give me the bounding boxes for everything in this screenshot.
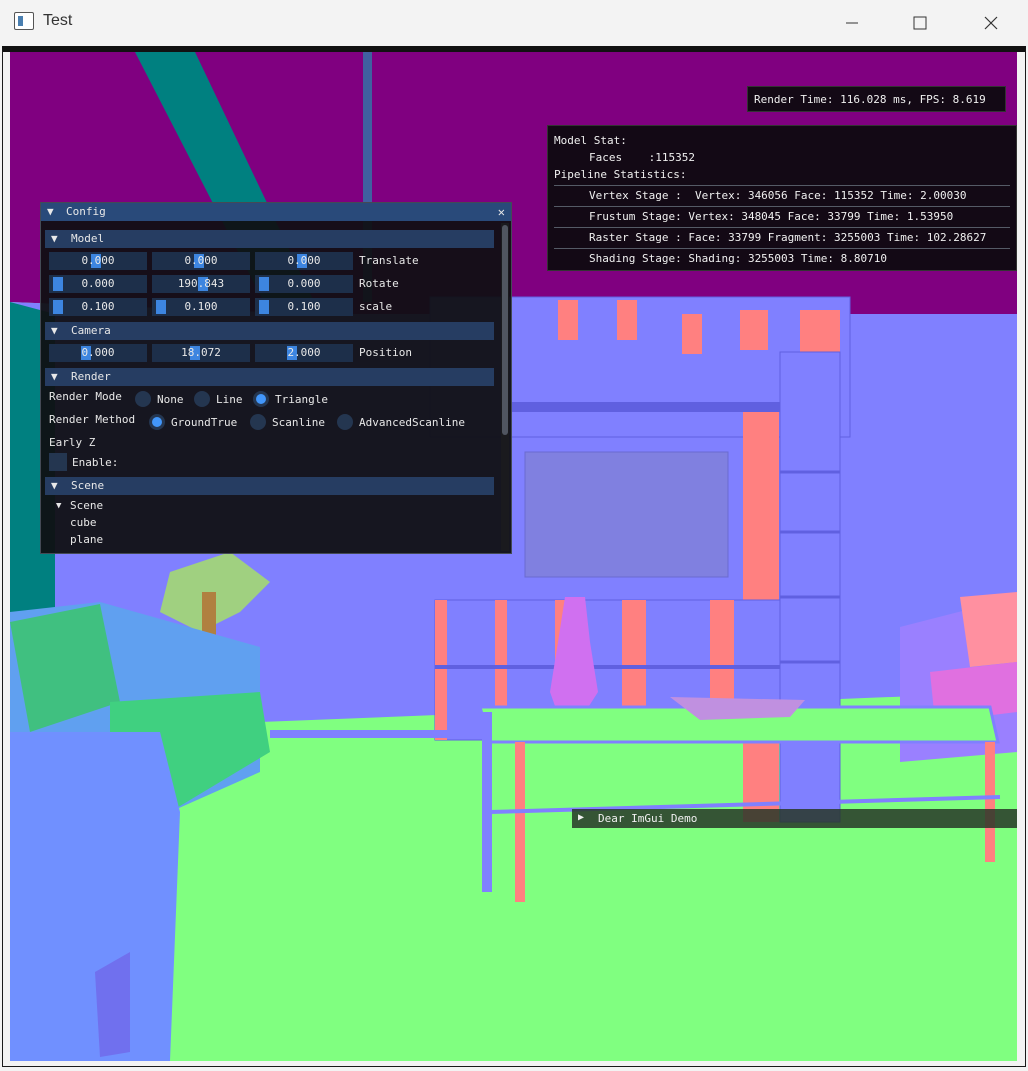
model-stat-overlay: Model Stat: Faces :115352 Pipeline Stati…: [547, 125, 1017, 271]
maximize-icon: [913, 16, 927, 30]
vertex-stage-row: Vertex Stage : Vertex: 346056 Face: 1153…: [589, 189, 967, 202]
radio-groundtrue[interactable]: [149, 414, 165, 430]
early-z-label: Early Z: [49, 436, 96, 449]
slider-grab[interactable]: [156, 300, 166, 314]
radio-triangle-label: Triangle: [275, 393, 328, 406]
radio-advancedscanline[interactable]: [337, 414, 353, 430]
scene-header-label: Scene: [71, 479, 105, 492]
radio-line-label: Line: [216, 393, 243, 406]
radio-advancedscanline-label: AdvancedScanline: [359, 416, 465, 429]
camera-z-input[interactable]: 2.000: [255, 344, 353, 362]
expand-arrow-icon[interactable]: ▶: [578, 812, 584, 823]
position-label: Position: [359, 346, 412, 359]
divider: [554, 185, 1010, 186]
rotate-z-input[interactable]: 0.000: [255, 275, 353, 293]
render-time-overlay: Render Time: 116.028 ms, FPS: 8.619: [747, 86, 1006, 112]
maximize-button[interactable]: [898, 6, 942, 40]
minimize-button[interactable]: [830, 6, 874, 40]
scale-y-input[interactable]: 0.100: [152, 298, 250, 316]
slider-grab[interactable]: [53, 277, 63, 291]
translate-y-input[interactable]: 0.000: [152, 252, 250, 270]
faces-count: Faces :115352: [589, 151, 695, 164]
collapse-arrow-icon[interactable]: ▼: [47, 205, 54, 218]
scale-z-input[interactable]: 0.100: [255, 298, 353, 316]
demo-window-collapsed[interactable]: ▶ Dear ImGui Demo: [572, 809, 1017, 828]
render-time-text: Render Time: 116.028 ms, FPS: 8.619: [754, 93, 986, 106]
window-title: Test: [43, 12, 73, 29]
config-title: Config: [66, 205, 106, 218]
camera-x-input[interactable]: 0.000: [49, 344, 147, 362]
render-header-label: Render: [71, 370, 111, 383]
radio-line[interactable]: [194, 391, 210, 407]
scene-item-cube[interactable]: cube: [70, 514, 97, 532]
minimize-icon: [846, 22, 858, 24]
model-header[interactable]: ▼ Model: [45, 230, 494, 248]
rotate-label: Rotate: [359, 277, 399, 290]
close-icon: [984, 16, 998, 30]
scrollbar-track[interactable]: [501, 223, 509, 551]
model-header-label: Model: [71, 232, 105, 245]
translate-label: Translate: [359, 254, 419, 267]
scene-header[interactable]: ▼ Scene: [45, 477, 494, 495]
radio-groundtrue-label: GroundTrue: [171, 416, 238, 429]
scene-tree-root[interactable]: Scene: [70, 497, 103, 515]
rotate-y-input[interactable]: 190.843: [152, 275, 250, 293]
scrollbar-thumb[interactable]: [502, 225, 508, 435]
scale-x-input[interactable]: 0.100: [49, 298, 147, 316]
radio-none[interactable]: [135, 391, 151, 407]
close-button[interactable]: [969, 6, 1013, 40]
shading-stage-row: Shading Stage: Shading: 3255003 Time: 8.…: [589, 252, 888, 265]
divider: [554, 206, 1010, 207]
divider: [554, 227, 1010, 228]
chevron-down-icon: ▼: [51, 232, 58, 245]
divider: [554, 248, 1010, 249]
chevron-down-icon: ▼: [51, 370, 58, 383]
frustum-stage-row: Frustum Stage: Vertex: 348045 Face: 3379…: [589, 210, 954, 223]
chevron-down-icon: ▼: [51, 479, 58, 492]
radio-none-label: None: [157, 393, 184, 406]
scene-item-plane[interactable]: plane: [70, 531, 103, 549]
tree-arrow-icon[interactable]: ▼: [56, 497, 61, 515]
early-z-checkbox[interactable]: [49, 453, 67, 471]
close-icon[interactable]: ✕: [498, 205, 505, 219]
camera-header-label: Camera: [71, 324, 111, 337]
enable-label: Enable:: [72, 456, 119, 469]
render-header[interactable]: ▼ Render: [45, 368, 494, 386]
camera-y-input[interactable]: 18.072: [152, 344, 250, 362]
window-titlebar[interactable]: Test: [0, 0, 1028, 46]
rotate-x-input[interactable]: 0.000: [49, 275, 147, 293]
scale-label: scale: [359, 300, 393, 313]
chevron-down-icon: ▼: [51, 324, 58, 337]
radio-triangle[interactable]: [253, 391, 269, 407]
camera-header[interactable]: ▼ Camera: [45, 322, 494, 340]
config-window[interactable]: ▼ Config ✕ ▼ Model 0.000 0.000 0.000 Tra…: [40, 202, 512, 554]
app-window-icon: [14, 12, 34, 30]
render-method-label: Render Method: [49, 413, 136, 426]
render-viewport[interactable]: Render Time: 116.028 ms, FPS: 8.619 Mode…: [10, 52, 1017, 1061]
raster-stage-row: Raster Stage : Face: 33799 Fragment: 325…: [589, 231, 987, 244]
pipeline-heading: Pipeline Statistics:: [554, 168, 687, 181]
config-titlebar[interactable]: ▼ Config ✕: [41, 203, 511, 221]
demo-window-title: Dear ImGui Demo: [598, 812, 698, 825]
translate-x-input[interactable]: 0.000: [49, 252, 147, 270]
radio-scanline-label: Scanline: [272, 416, 325, 429]
slider-grab[interactable]: [259, 300, 269, 314]
model-stat-heading: Model Stat:: [554, 134, 627, 147]
slider-grab[interactable]: [259, 277, 269, 291]
render-mode-label: Render Mode: [49, 390, 122, 403]
slider-grab[interactable]: [53, 300, 63, 314]
translate-z-input[interactable]: 0.000: [255, 252, 353, 270]
radio-scanline[interactable]: [250, 414, 266, 430]
